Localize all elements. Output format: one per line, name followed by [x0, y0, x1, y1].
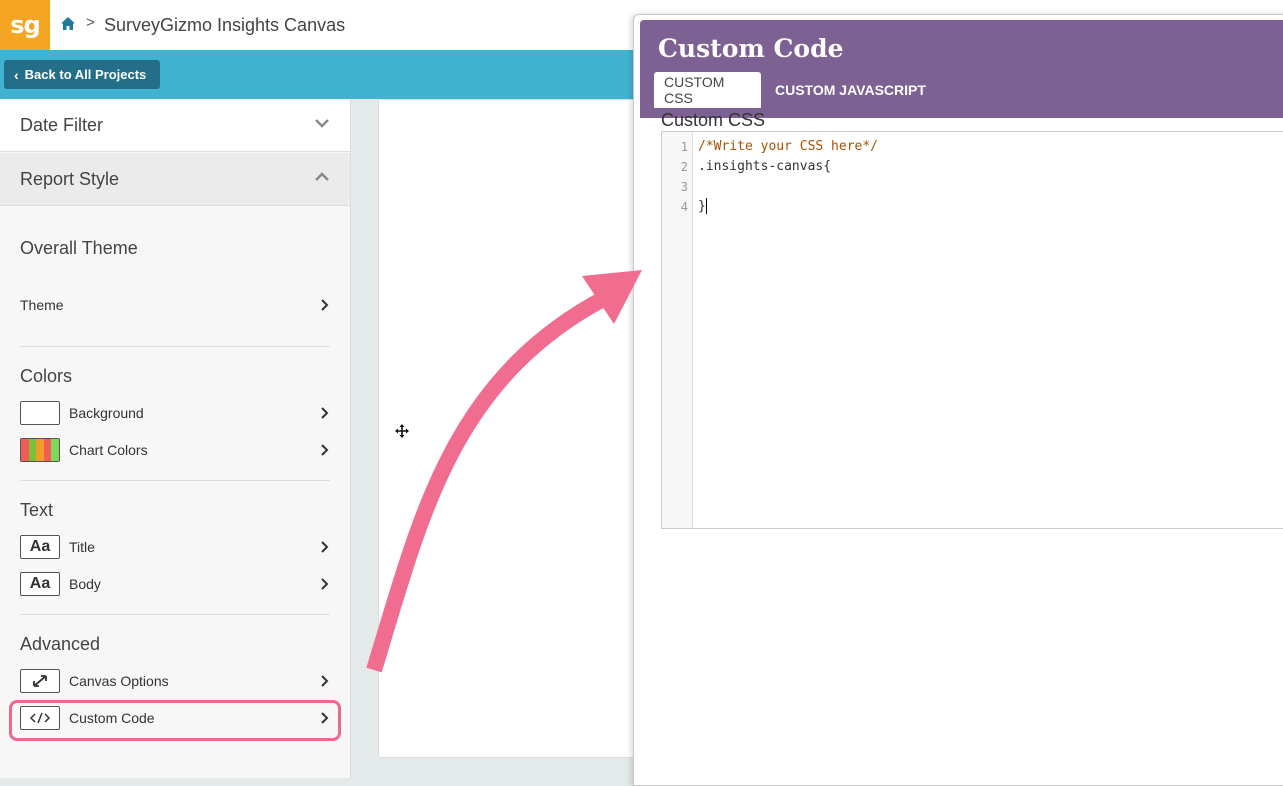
code-line: .insights-canvas{ — [698, 159, 832, 174]
report-style-label: Report Style — [20, 169, 120, 189]
breadcrumb-separator: > — [86, 14, 95, 31]
font-sample-icon: Aa — [20, 535, 60, 559]
chevron-right-icon — [321, 444, 329, 456]
code-line: } — [698, 199, 706, 214]
chevron-down-icon — [315, 119, 329, 128]
overall-theme-heading: Overall Theme — [20, 238, 138, 258]
report-style-accordion[interactable]: Report Style — [0, 153, 350, 206]
page-title: SurveyGizmo Insights Canvas — [104, 15, 346, 35]
home-icon[interactable] — [60, 16, 76, 32]
chevron-right-icon — [321, 541, 329, 553]
body-font-row[interactable]: Aa Body — [20, 572, 330, 598]
editor-label: Custom CSS — [661, 110, 766, 130]
code-line: /*Write your CSS here*/ — [698, 139, 879, 154]
colors-heading: Colors — [20, 366, 73, 386]
line-number-gutter: 1 2 3 4 — [662, 132, 693, 528]
custom-code-highlight — [9, 700, 341, 741]
title-label: Title — [69, 539, 95, 555]
divider — [20, 614, 330, 615]
advanced-heading: Advanced — [20, 634, 101, 654]
line-number: 3 — [680, 180, 688, 194]
expand-icon — [20, 669, 60, 693]
panel-title: Custom Code — [658, 34, 844, 63]
move-cursor-icon — [395, 424, 409, 438]
tab-custom-css[interactable]: CUSTOM CSS — [654, 72, 761, 108]
panel-header: Custom Code CUSTOM CSS CUSTOM JAVASCRIPT — [640, 20, 1283, 118]
surveygizmo-logo[interactable]: sg — [0, 0, 50, 50]
line-number: 2 — [680, 160, 688, 174]
chevron-right-icon — [321, 407, 329, 419]
chevron-right-icon — [321, 578, 329, 590]
chart-colors-label: Chart Colors — [69, 442, 148, 458]
title-font-row[interactable]: Aa Title — [20, 535, 330, 561]
css-code-editor[interactable]: 1 2 3 4 /*Write your CSS here*/ .insight… — [661, 131, 1283, 529]
chevron-right-icon — [321, 299, 329, 311]
style-sidebar: Date Filter Report Style Overall Theme T… — [0, 99, 351, 778]
chevron-right-icon — [321, 675, 329, 687]
text-cursor — [706, 198, 707, 214]
canvas-options-label: Canvas Options — [69, 673, 169, 689]
text-heading: Text — [20, 500, 54, 520]
line-number: 4 — [680, 200, 688, 214]
theme-row[interactable]: Theme — [20, 293, 330, 319]
chart-colors-row[interactable]: Chart Colors — [20, 438, 330, 464]
divider — [20, 480, 330, 481]
chevron-left-icon: ‹ — [14, 66, 19, 83]
background-row[interactable]: Background — [20, 401, 330, 427]
background-swatch — [20, 401, 60, 425]
chart-colors-swatch — [20, 438, 60, 462]
divider — [20, 346, 330, 347]
font-sample-icon: Aa — [20, 572, 60, 596]
date-filter-label: Date Filter — [20, 115, 104, 135]
line-number: 1 — [680, 140, 688, 154]
tab-custom-javascript[interactable]: CUSTOM JAVASCRIPT — [765, 72, 936, 108]
chevron-up-icon — [315, 172, 329, 181]
theme-label: Theme — [20, 297, 64, 313]
canvas-options-row[interactable]: Canvas Options — [20, 669, 330, 695]
date-filter-accordion[interactable]: Date Filter — [0, 99, 350, 152]
body-label: Body — [69, 576, 101, 592]
back-button-label: Back to All Projects — [24, 67, 147, 82]
report-canvas[interactable] — [378, 99, 638, 758]
back-to-projects-button[interactable]: ‹ Back to All Projects — [4, 60, 160, 89]
background-label: Background — [69, 405, 144, 421]
